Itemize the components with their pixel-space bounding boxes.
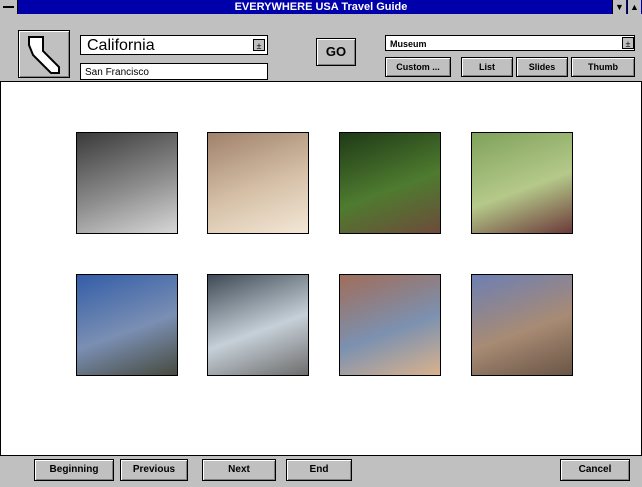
next-button[interactable]: Next [202,459,276,481]
dropdown-icon: ± [256,41,262,51]
slides-label: Slides [528,62,556,72]
previous-label: Previous [132,464,176,475]
california-map-icon [28,36,60,74]
previous-button[interactable]: Previous [120,459,188,481]
title-bar: EVERYWHERE USA Travel Guide [0,0,642,14]
slides-view-button[interactable]: Slides [516,57,568,77]
system-menu-icon[interactable] [0,0,18,14]
thumbnail-painting-figure[interactable] [339,274,441,376]
list-label: List [478,62,495,72]
state-value: California [87,37,155,54]
beginning-label: Beginning [49,464,99,475]
thumb-view-button[interactable]: Thumb [571,57,635,77]
go-button[interactable]: GO [316,38,356,66]
thumbnail-stone-building[interactable] [471,274,573,376]
city-value: San Francisco [85,67,149,78]
state-dropdown-button[interactable]: ± [253,39,265,51]
dropdown-icon: ± [625,39,631,49]
city-field[interactable]: San Francisco [80,63,268,80]
beginning-button[interactable]: Beginning [34,459,114,481]
thumbnail-garden-trees[interactable] [339,132,441,234]
window-title: EVERYWHERE USA Travel Guide [234,1,408,13]
category-selector[interactable]: Museum [385,35,635,51]
state-map-button[interactable] [18,30,70,78]
cancel-label: Cancel [578,464,612,475]
end-button[interactable]: End [286,459,352,481]
maximize-button[interactable]: ▲ [627,0,641,14]
minimize-icon: ▼ [615,2,624,12]
go-label: GO [325,44,347,59]
custom-button[interactable]: Custom ... [385,57,451,77]
maximize-icon: ▲ [630,2,639,12]
cancel-button[interactable]: Cancel [560,459,630,481]
thumbnail-children-running[interactable] [471,132,573,234]
category-value: Museum [390,39,427,49]
end-label: End [309,464,329,475]
next-label: Next [228,464,250,475]
thumbnail-building-blue-sky[interactable] [76,274,178,376]
minimize-button[interactable]: ▼ [612,0,626,14]
category-dropdown-button[interactable]: ± [622,37,634,49]
list-view-button[interactable]: List [461,57,513,77]
custom-label: Custom ... [396,62,440,72]
state-selector[interactable]: California [80,35,268,55]
thumbnail-gallery-room[interactable] [207,132,309,234]
thumbnail-museum-interior-hall[interactable] [76,132,178,234]
thumb-label: Thumb [588,62,618,72]
thumbnail-building-trees[interactable] [207,274,309,376]
